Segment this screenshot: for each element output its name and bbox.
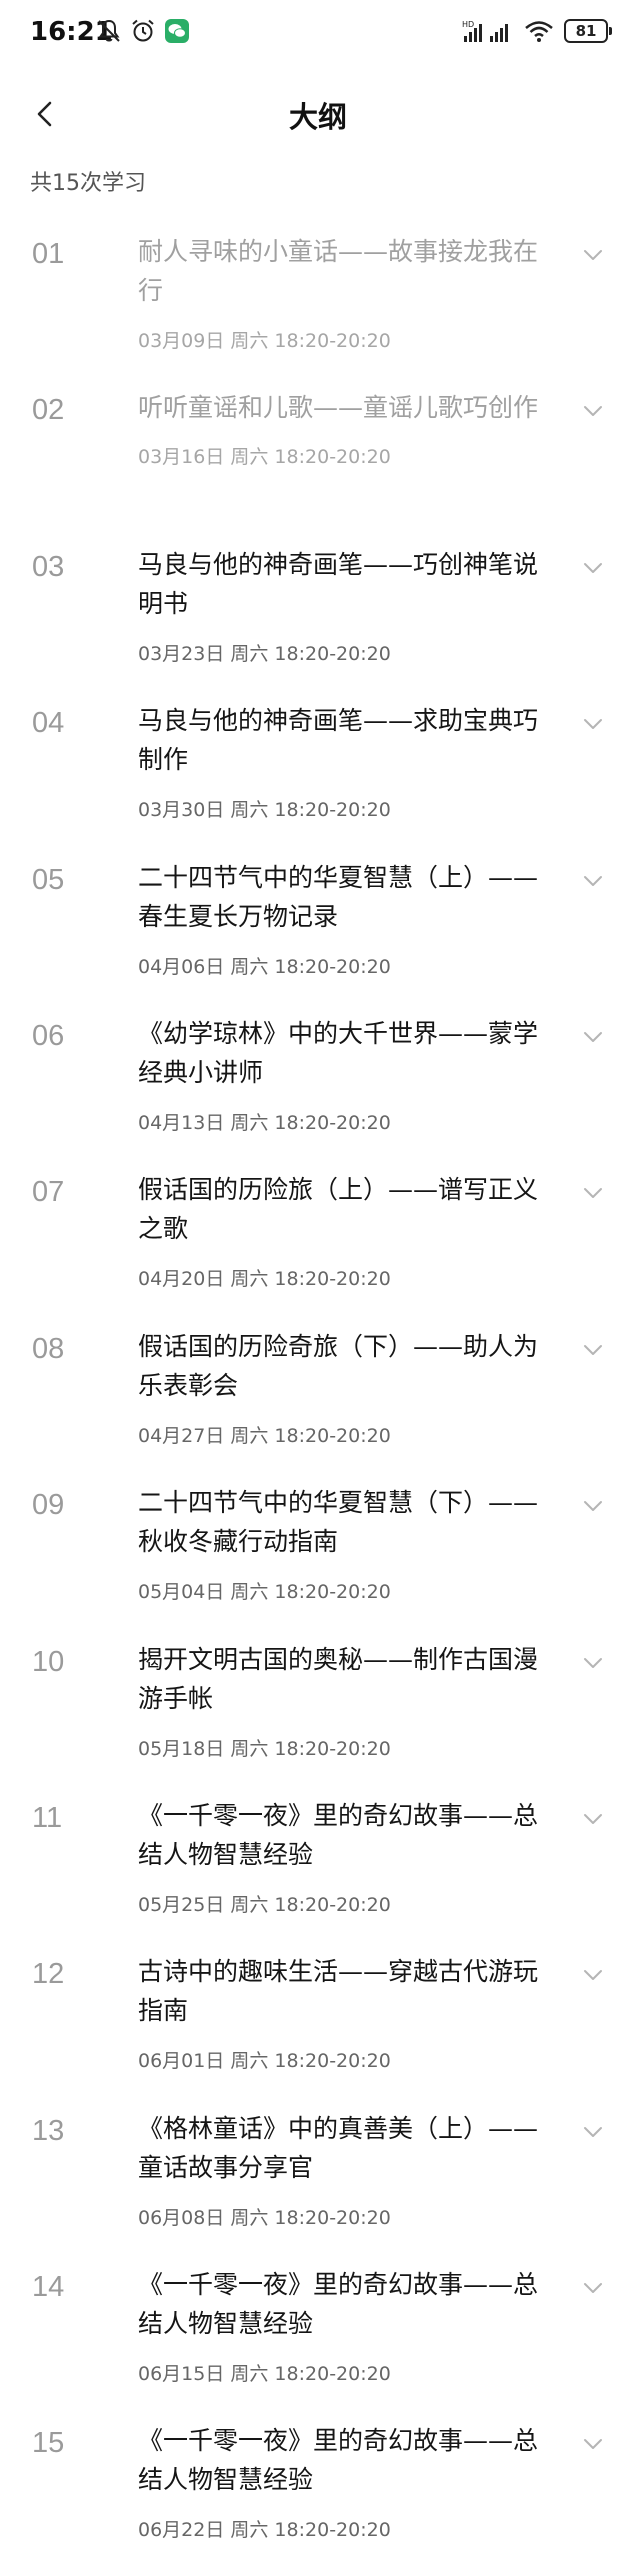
lesson-time: 03月23日 周六 18:20-20:20 xyxy=(138,642,391,665)
lesson-number: 15 xyxy=(32,2427,65,2460)
lesson-time: 06月15日 周六 18:20-20:20 xyxy=(138,2363,391,2386)
lesson-item[interactable]: 02 听听童谣和儿歌——童谣儿歌巧创作 03月16日 周六 18:20-20:2… xyxy=(0,376,636,532)
chevron-down-icon[interactable] xyxy=(580,1650,606,1676)
lesson-title: 二十四节气中的华夏智慧（上）——春生夏长万物记录 xyxy=(138,862,539,931)
cellular-signal-icon: HD xyxy=(462,20,508,42)
lesson-item[interactable]: 07 假话国的历险旅（上）——谱写正义之歌 04月20日 周六 18:20-20… xyxy=(0,1158,636,1314)
lesson-number: 01 xyxy=(32,238,65,270)
lesson-time: 06月01日 周六 18:20-20:20 xyxy=(138,2050,391,2073)
lesson-title: 假话国的历险旅（上）——谱写正义之歌 xyxy=(138,1175,539,1244)
wifi-icon xyxy=(525,21,553,42)
lesson-time: 05月18日 周六 18:20-20:20 xyxy=(138,1737,391,1760)
lesson-number: 14 xyxy=(32,2271,65,2304)
wechat-icon xyxy=(165,19,189,43)
lesson-item[interactable]: 13 《格林童话》中的真善美（上）——童话故事分享官 06月08日 周六 18:… xyxy=(0,2097,636,2253)
lesson-time: 03月30日 周六 18:20-20:20 xyxy=(138,799,391,822)
status-left-icons xyxy=(96,18,190,44)
lesson-number: 03 xyxy=(32,550,65,583)
lesson-title: 《格林童话》中的真善美（上）——童话故事分享官 xyxy=(138,2113,539,2182)
lesson-time: 04月27日 周六 18:20-20:20 xyxy=(138,1424,391,1447)
chevron-down-icon[interactable] xyxy=(580,242,606,268)
lesson-item[interactable]: 04 马良与他的神奇画笔——求助宝典巧制作 03月30日 周六 18:20-20… xyxy=(0,689,636,845)
lesson-count-summary: 共15次学习 xyxy=(30,171,146,196)
lesson-item[interactable]: 15 《一千零一夜》里的奇幻故事——总结人物智慧经验 06月22日 周六 18:… xyxy=(0,2409,636,2565)
lesson-item[interactable]: 09 二十四节气中的华夏智慧（下）——秋收冬藏行动指南 05月04日 周六 18… xyxy=(0,1471,636,1627)
lesson-number: 06 xyxy=(32,1019,65,1052)
lesson-title: 《一千零一夜》里的奇幻故事——总结人物智慧经验 xyxy=(138,1800,539,1869)
bell-muted-icon xyxy=(98,19,120,42)
lesson-item[interactable]: 05 二十四节气中的华夏智慧（上）——春生夏长万物记录 04月06日 周六 18… xyxy=(0,846,636,1002)
chevron-down-icon[interactable] xyxy=(580,711,606,737)
lesson-title: 马良与他的神奇画笔——求助宝典巧制作 xyxy=(138,706,539,775)
lesson-title: 古诗中的趣味生活——穿越古代游玩指南 xyxy=(138,1957,539,2026)
lesson-number: 12 xyxy=(32,1958,65,1991)
lesson-item[interactable]: 10 揭开文明古国的奥秘——制作古国漫游手帐 05月18日 周六 18:20-2… xyxy=(0,1628,636,1784)
lesson-time: 04月13日 周六 18:20-20:20 xyxy=(138,1111,391,1134)
chevron-down-icon[interactable] xyxy=(580,2431,606,2457)
lesson-item[interactable]: 06 《幼学琼林》中的大千世界——蒙学经典小讲师 04月13日 周六 18:20… xyxy=(0,1002,636,1158)
lesson-number: 04 xyxy=(32,707,65,740)
lesson-title: 耐人寻味的小童话——故事接龙我在行 xyxy=(138,237,539,305)
lesson-title: 听听童谣和儿歌——童谣儿歌巧创作 xyxy=(138,393,539,423)
chevron-down-icon[interactable] xyxy=(580,2275,606,2301)
lesson-time: 03月09日 周六 18:20-20:20 xyxy=(138,330,391,352)
lesson-number: 02 xyxy=(32,394,65,427)
lesson-number: 13 xyxy=(32,2114,65,2147)
outline-list: 01 耐人寻味的小童话——故事接龙我在行 03月09日 周六 18:20-20:… xyxy=(0,220,636,2566)
page-title: 大纲 xyxy=(288,100,347,134)
lesson-item[interactable]: 12 古诗中的趣味生活——穿越古代游玩指南 06月01日 周六 18:20-20… xyxy=(0,1940,636,2096)
lesson-title: 揭开文明古国的奥秘——制作古国漫游手帐 xyxy=(138,1644,539,1713)
chevron-down-icon[interactable] xyxy=(580,1180,606,1206)
lesson-time: 06月22日 周六 18:20-20:20 xyxy=(138,2519,391,2542)
status-right-icons: HD 81 xyxy=(462,18,612,44)
lesson-time: 06月08日 周六 18:20-20:20 xyxy=(138,2206,391,2229)
chevron-down-icon[interactable] xyxy=(580,555,606,581)
lesson-title: 二十四节气中的华夏智慧（下）——秋收冬藏行动指南 xyxy=(138,1488,539,1557)
lesson-number: 09 xyxy=(32,1489,65,1522)
chevron-down-icon[interactable] xyxy=(580,868,606,894)
network-label: HD xyxy=(462,20,474,29)
lesson-title: 假话国的历险奇旅（下）——助人为乐表彰会 xyxy=(138,1331,539,1400)
alarm-clock-icon xyxy=(132,19,154,42)
lesson-time: 04月20日 周六 18:20-20:20 xyxy=(138,1268,391,1291)
lesson-item[interactable]: 14 《一千零一夜》里的奇幻故事——总结人物智慧经验 06月15日 周六 18:… xyxy=(0,2253,636,2409)
chevron-down-icon[interactable] xyxy=(580,1337,606,1363)
lesson-time: 03月16日 周六 18:20-20:20 xyxy=(138,446,391,469)
lesson-item[interactable]: 03 马良与他的神奇画笔——巧创神笔说明书 03月23日 周六 18:20-20… xyxy=(0,533,636,689)
battery-level: 81 xyxy=(575,22,597,40)
lesson-title: 《一千零一夜》里的奇幻故事——总结人物智慧经验 xyxy=(138,2270,539,2339)
lesson-time: 05月04日 周六 18:20-20:20 xyxy=(138,1581,391,1604)
lesson-item[interactable]: 08 假话国的历险奇旅（下）——助人为乐表彰会 04月27日 周六 18:20-… xyxy=(0,1315,636,1471)
lesson-number: 05 xyxy=(32,863,65,896)
lesson-number: 08 xyxy=(32,1332,65,1365)
chevron-down-icon[interactable] xyxy=(580,398,606,424)
chevron-down-icon[interactable] xyxy=(580,1493,606,1519)
lesson-number: 10 xyxy=(32,1645,65,1678)
lesson-item[interactable]: 01 耐人寻味的小童话——故事接龙我在行 03月09日 周六 18:20-20:… xyxy=(0,220,636,376)
lesson-title: 《一千零一夜》里的奇幻故事——总结人物智慧经验 xyxy=(138,2426,539,2495)
chevron-down-icon[interactable] xyxy=(580,2119,606,2145)
nav-bar: 大纲 xyxy=(0,70,636,160)
lesson-item[interactable]: 11 《一千零一夜》里的奇幻故事——总结人物智慧经验 05月25日 周六 18:… xyxy=(0,1784,636,1940)
lesson-time: 05月25日 周六 18:20-20:20 xyxy=(138,1893,391,1916)
chevron-down-icon[interactable] xyxy=(580,1962,606,1988)
status-bar: 16:21 HD 81 xyxy=(0,0,636,70)
battery-indicator: 81 xyxy=(564,19,612,43)
lesson-number: 07 xyxy=(32,1176,65,1209)
lesson-title: 马良与他的神奇画笔——巧创神笔说明书 xyxy=(138,549,539,618)
lesson-number: 11 xyxy=(32,1801,63,1834)
lesson-time: 04月06日 周六 18:20-20:20 xyxy=(138,955,391,978)
lesson-title: 《幼学琼林》中的大千世界——蒙学经典小讲师 xyxy=(138,1018,539,1087)
chevron-down-icon[interactable] xyxy=(580,1024,606,1050)
chevron-down-icon[interactable] xyxy=(580,1806,606,1832)
